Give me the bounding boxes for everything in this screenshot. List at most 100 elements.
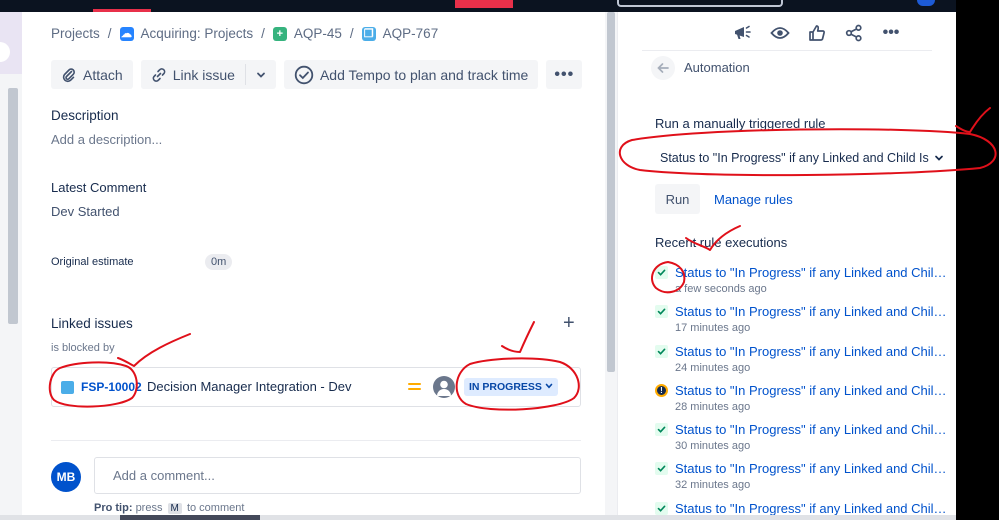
execution-name[interactable]: Status to "In Progress" if any Linked an… (675, 304, 951, 319)
linked-issue-key[interactable]: FSP-10002 (81, 380, 142, 394)
recent-executions-title: Recent rule executions (655, 235, 788, 250)
add-tempo-label: Add Tempo to plan and track time (319, 66, 529, 83)
paperclip-icon (62, 67, 75, 82)
description-label: Description (51, 108, 119, 123)
priority-medium-icon (408, 383, 421, 393)
execution-name[interactable]: Status to "In Progress" if any Linked an… (675, 461, 951, 476)
success-check-icon (655, 305, 668, 318)
attach-label: Attach (83, 66, 123, 83)
unassigned-avatar-icon[interactable] (433, 376, 455, 398)
link-relation-label: is blocked by (51, 342, 115, 354)
pro-tip-press: press (135, 502, 163, 514)
thumbs-up-icon[interactable] (807, 23, 827, 43)
success-check-icon (655, 266, 668, 279)
latest-comment-label: Latest Comment (51, 180, 147, 195)
back-button[interactable] (651, 56, 675, 80)
attach-button[interactable]: Attach (51, 60, 133, 89)
execution-name[interactable]: Status to "In Progress" if any Linked an… (675, 422, 951, 437)
subtask-icon: ❐ (361, 26, 376, 41)
breadcrumb-separator: / (107, 26, 112, 41)
watch-eye-icon[interactable] (770, 23, 790, 43)
add-tempo-button[interactable]: Add Tempo to plan and track time (283, 60, 539, 89)
linked-issues-label: Linked issues (51, 316, 133, 331)
profile-avatar[interactable] (917, 0, 935, 6)
linked-issue-status-label: IN PROGRESS (469, 381, 542, 393)
screen-edge (956, 0, 999, 520)
linked-issue-summary[interactable]: Decision Manager Integration - Dev (147, 379, 352, 394)
link-issue-button[interactable]: Link issue (140, 60, 245, 89)
execution-time: 24 minutes ago (675, 362, 751, 374)
more-options-button[interactable]: ••• (881, 23, 901, 43)
megaphone-icon[interactable] (733, 23, 753, 43)
breadcrumb-parent[interactable]: AQP-45 (294, 26, 342, 41)
linked-issue-status[interactable]: IN PROGRESS (464, 378, 558, 396)
execution-time: 32 minutes ago (675, 479, 751, 491)
search-box[interactable] (617, 0, 783, 7)
execution-item[interactable]: ! Status to "In Progress" if any Linked a… (655, 383, 955, 413)
main-scrollbar[interactable] (605, 12, 617, 520)
share-icon[interactable] (844, 23, 864, 43)
execution-name[interactable]: Status to "In Progress" if any Linked an… (675, 344, 951, 359)
manage-rules-link[interactable]: Manage rules (714, 192, 793, 207)
breadcrumb: Projects / ☁ Acquiring: Projects / + AQP… (51, 26, 438, 41)
chevron-down-icon (257, 72, 265, 78)
latest-comment-value: Dev Started (51, 204, 120, 219)
execution-item[interactable]: Status to "In Progress" if any Linked an… (655, 344, 955, 374)
run-button[interactable]: Run (655, 184, 700, 214)
left-rail (0, 12, 22, 520)
link-icon (152, 67, 166, 82)
breadcrumb-projects[interactable]: Projects (51, 26, 100, 41)
rule-select[interactable]: Status to "In Progress" if any Linked an… (655, 147, 953, 169)
taskbar-edge (0, 515, 956, 520)
link-issue-label: Link issue (172, 66, 235, 83)
main-scrollbar-thumb[interactable] (607, 12, 615, 372)
sidebar-scrollbar[interactable] (8, 88, 18, 324)
success-check-icon (655, 345, 668, 358)
comment-input[interactable] (94, 457, 581, 494)
top-nav-bar (0, 0, 956, 12)
execution-name[interactable]: Status to "In Progress" if any Linked an… (675, 265, 951, 280)
execution-item[interactable]: Status to "In Progress" if any Linked an… (655, 422, 955, 452)
execution-name[interactable]: Status to "In Progress" if any Linked an… (675, 383, 951, 398)
warning-icon: ! (655, 384, 668, 397)
check-circle-icon (294, 65, 314, 84)
more-actions-button[interactable]: ••• (546, 60, 583, 89)
issue-side-panel: ••• Automation Run a manually triggered … (618, 12, 956, 520)
execution-name[interactable]: Status to "In Progress" if any Linked an… (675, 501, 951, 516)
success-check-icon (655, 423, 668, 436)
create-button[interactable] (455, 0, 513, 8)
execution-time: 30 minutes ago (675, 440, 751, 452)
execution-item[interactable]: Status to "In Progress" if any Linked an… (655, 304, 955, 334)
link-issue-split: Link issue (140, 60, 276, 89)
rule-select-value: Status to "In Progress" if any Linked an… (660, 151, 929, 165)
breadcrumb-project[interactable]: Acquiring: Projects (141, 26, 254, 41)
breadcrumb-separator: / (261, 26, 265, 41)
subtask-icon (61, 381, 74, 394)
original-estimate-value[interactable]: 0m (205, 254, 233, 270)
execution-item[interactable]: Status to "In Progress" if any Linked an… (655, 265, 955, 295)
execution-time: 17 minutes ago (675, 322, 751, 334)
section-divider (51, 440, 581, 441)
pro-tip-suffix: to comment (186, 502, 245, 514)
arrow-left-icon (657, 63, 669, 73)
execution-item[interactable]: Status to "In Progress" if any Linked an… (655, 501, 955, 516)
shortcut-key: M (167, 503, 182, 514)
execution-item[interactable]: Status to "In Progress" if any Linked an… (655, 461, 955, 491)
execution-time: a few seconds ago (675, 283, 767, 295)
chevron-down-icon (545, 383, 553, 389)
cloud-icon: ☁ (119, 26, 134, 41)
pro-tip-prefix: Pro tip: (94, 502, 133, 514)
link-issue-dropdown[interactable] (246, 60, 276, 89)
pro-tip: Pro tip: press M to comment (94, 502, 244, 514)
issue-actions: ••• (733, 23, 901, 43)
automation-title: Automation (684, 60, 750, 75)
run-rule-title: Run a manually triggered rule (655, 116, 826, 131)
add-linked-issue-button[interactable]: + (563, 312, 575, 335)
original-estimate-label: Original estimate (51, 256, 134, 268)
breadcrumb-issue[interactable]: AQP-767 (383, 26, 439, 41)
avatar: MB (51, 462, 81, 492)
linked-issue-row[interactable]: FSP-10002 Decision Manager Integration -… (51, 367, 581, 407)
breadcrumb-separator: / (349, 26, 354, 41)
description-placeholder[interactable]: Add a description... (51, 132, 162, 147)
issue-toolbar: Attach Link issue Add Tempo to plan and … (51, 60, 583, 89)
